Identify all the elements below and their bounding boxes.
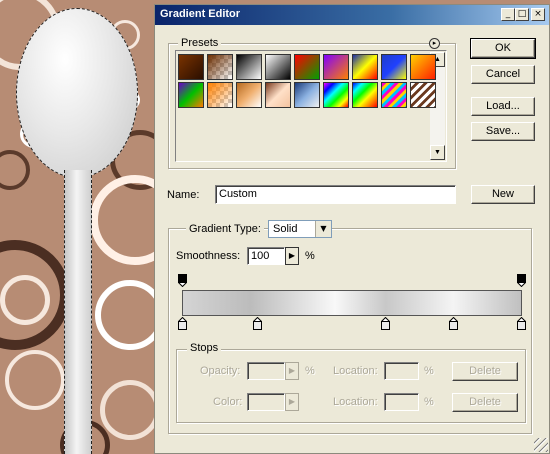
preset-swatch[interactable] <box>178 82 204 108</box>
gradient-type-select[interactable]: Solid ▼ <box>268 220 332 238</box>
minimize-button[interactable]: _ <box>501 8 515 21</box>
opacity-input[interactable] <box>247 362 285 380</box>
preset-swatch[interactable] <box>352 82 378 108</box>
stops-label: Stops <box>187 342 222 354</box>
load-button[interactable]: Load... <box>471 97 535 116</box>
decorative-ring <box>0 275 50 325</box>
preset-swatch[interactable] <box>381 82 407 108</box>
preset-swatch[interactable] <box>207 54 233 80</box>
preset-swatch[interactable] <box>236 82 262 108</box>
maximize-button[interactable]: □ <box>515 8 529 21</box>
name-label: Name: <box>167 189 200 201</box>
decorative-ring <box>5 350 65 410</box>
decorative-ring <box>100 380 160 440</box>
preset-swatch[interactable] <box>323 82 349 108</box>
chevron-down-icon[interactable]: ▼ <box>315 221 331 237</box>
color-location-input[interactable] <box>384 393 419 411</box>
opacity-stop-icon[interactable] <box>516 274 527 288</box>
color-location-unit: % <box>424 396 434 408</box>
opacity-unit: % <box>305 365 315 377</box>
preset-swatch[interactable] <box>294 82 320 108</box>
delete-color-stop-button[interactable]: Delete <box>452 393 518 412</box>
gradient-type-label: Gradient Type: <box>186 223 264 235</box>
preset-swatch[interactable] <box>236 54 262 80</box>
preset-swatch[interactable] <box>381 54 407 80</box>
smoothness-label: Smoothness: <box>176 250 241 262</box>
opacity-location-input[interactable] <box>384 362 419 380</box>
opacity-stop-icon[interactable] <box>177 274 188 288</box>
color-label: Color: <box>213 396 243 408</box>
ok-button[interactable]: OK <box>470 38 536 59</box>
preset-swatch[interactable] <box>352 54 378 80</box>
color-stop-icon[interactable] <box>516 316 527 330</box>
color-swatch-field[interactable] <box>247 393 285 411</box>
smoothness-input[interactable]: 100 <box>247 247 285 265</box>
gradient-preview-bar[interactable] <box>182 290 522 316</box>
save-button[interactable]: Save... <box>471 122 535 141</box>
preset-swatch[interactable] <box>323 54 349 80</box>
preset-swatch[interactable] <box>294 54 320 80</box>
resize-grip-icon[interactable] <box>534 438 548 452</box>
color-stop-icon[interactable] <box>177 316 188 330</box>
presets-list[interactable]: ▲ ▼ <box>175 50 447 162</box>
preset-swatch[interactable] <box>410 82 436 108</box>
spoon-handle <box>64 170 92 454</box>
opacity-location-unit: % <box>424 365 434 377</box>
color-stop-icon[interactable] <box>251 316 263 330</box>
color-stop-icon[interactable] <box>448 316 459 330</box>
title-bar[interactable]: Gradient Editor _ □ × <box>155 5 549 25</box>
color-stop-icon[interactable] <box>380 316 392 330</box>
spoon-bowl <box>16 8 138 178</box>
delete-opacity-stop-button[interactable]: Delete <box>452 362 518 381</box>
preset-swatch[interactable] <box>178 54 204 80</box>
opacity-arrow-button[interactable]: ▶ <box>285 362 299 380</box>
smoothness-arrow-button[interactable]: ▶ <box>285 247 299 265</box>
presets-label: Presets <box>178 37 222 49</box>
opacity-label: Opacity: <box>200 365 241 377</box>
preset-swatch[interactable] <box>265 54 291 80</box>
presets-menu-icon[interactable]: ▸ <box>429 38 440 49</box>
opacity-location-label: Location: <box>333 365 378 377</box>
name-input[interactable]: Custom <box>215 185 456 204</box>
preset-swatch[interactable] <box>207 82 233 108</box>
gradient-type-value: Solid <box>273 223 298 235</box>
cancel-button[interactable]: Cancel <box>471 65 535 84</box>
new-button[interactable]: New <box>471 185 535 204</box>
decorative-ring <box>0 150 30 190</box>
preset-swatch[interactable] <box>265 82 291 108</box>
close-button[interactable]: × <box>531 8 545 21</box>
dialog-title: Gradient Editor <box>160 8 241 20</box>
smoothness-unit: % <box>305 250 315 262</box>
color-location-label: Location: <box>333 396 378 408</box>
color-arrow-button[interactable]: ▶ <box>285 393 299 411</box>
preset-swatch[interactable] <box>410 54 436 80</box>
scroll-down-button[interactable]: ▼ <box>430 145 445 160</box>
